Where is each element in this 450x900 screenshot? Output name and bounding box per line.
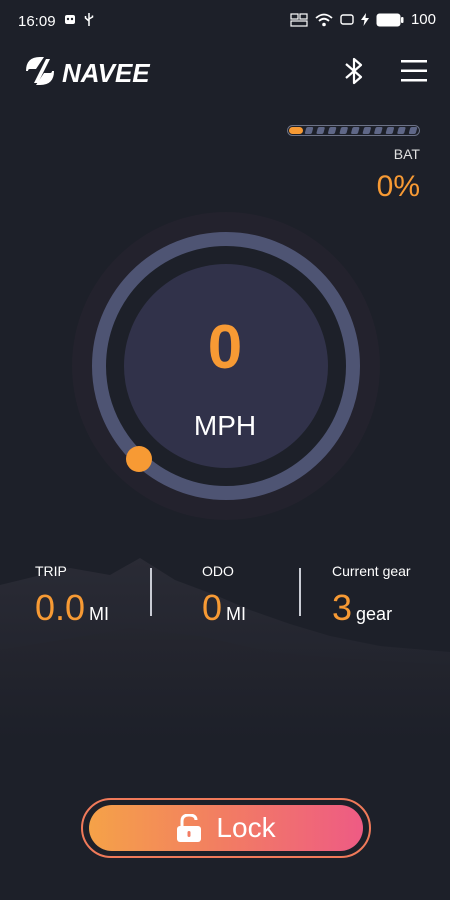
odo-value: 0: [202, 587, 223, 628]
odo-label: ODO: [202, 563, 234, 579]
gear-value: 3: [332, 587, 353, 628]
charging-icon: [360, 13, 369, 26]
odo-unit: MI: [226, 604, 247, 624]
status-battery-text: 100: [410, 11, 436, 28]
logo-mark-icon: [26, 57, 54, 85]
menu-icon[interactable]: [399, 57, 429, 85]
gauge-indicator-dot[interactable]: [126, 446, 152, 472]
nfc-icon: [290, 12, 308, 27]
brand-name: NAVEE: [62, 58, 150, 88]
battery-label: BAT: [393, 146, 420, 162]
status-bar: 16:09 100: [0, 0, 450, 44]
wifi-icon: [315, 13, 333, 26]
status-time: 16:09: [18, 13, 56, 30]
unlocked-padlock-icon: [177, 814, 202, 842]
battery-percent: 0%: [376, 170, 420, 203]
battery-icon: [376, 13, 404, 26]
battery-fill: [289, 127, 303, 134]
trip-stat: TRIP 0.0 MI: [35, 563, 109, 629]
screen-icon: [340, 14, 354, 25]
bluetooth-icon[interactable]: [340, 56, 368, 86]
trip-value: 0.0: [35, 587, 86, 628]
speed-value: 0: [207, 313, 243, 382]
notification-icon: [65, 15, 75, 24]
usb-icon: [84, 13, 94, 26]
navee-logo: NAVEE: [22, 53, 187, 89]
battery-level-bar: [287, 123, 420, 136]
lock-button-frame: Lock: [81, 798, 371, 858]
gear-unit: gear: [356, 604, 393, 624]
stat-divider: [150, 568, 152, 616]
trip-unit: MI: [89, 604, 110, 624]
gear-label: Current gear: [332, 563, 411, 579]
lock-button[interactable]: Lock: [89, 805, 363, 851]
stat-divider: [299, 568, 301, 616]
speed-unit: MPH: [193, 410, 257, 441]
gear-stat: Current gear 3 gear: [332, 563, 411, 629]
trip-label: TRIP: [35, 563, 67, 579]
odo-stat: ODO 0 MI: [202, 563, 246, 629]
lock-label: Lock: [216, 812, 276, 843]
